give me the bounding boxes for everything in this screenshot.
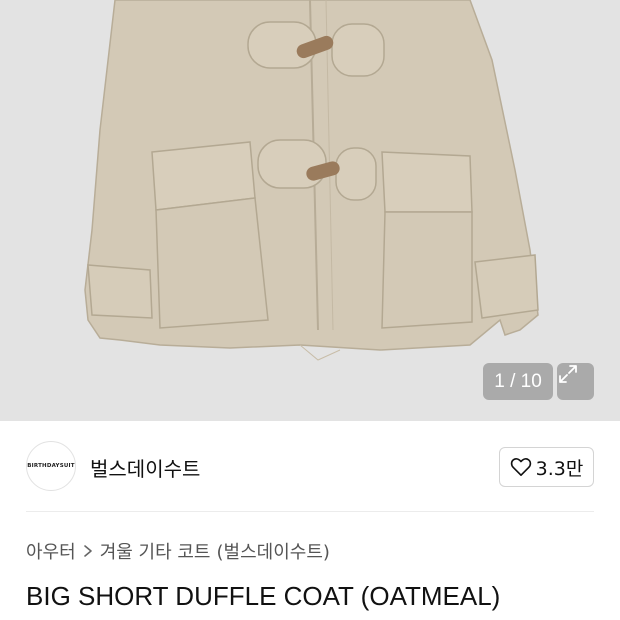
breadcrumb: 아우터 겨울 기타 코트 (벌스데이수트) xyxy=(26,538,330,564)
breadcrumb-brand[interactable]: (벌스데이수트) xyxy=(217,538,330,564)
seller-name[interactable]: 벌스데이수트 xyxy=(90,453,200,482)
seller-row: BIRTHDAYSUIT 벌스데이수트 3.3만 xyxy=(0,421,620,511)
expand-button[interactable] xyxy=(557,363,594,400)
seller-avatar[interactable]: BIRTHDAYSUIT xyxy=(26,441,76,491)
product-page: 1 / 10 BIRTHDAYSUIT 벌스데이수트 3.3만 아우터 겨울 기… xyxy=(0,0,620,620)
image-counter-text: 1 / 10 xyxy=(494,370,542,392)
like-count: 3.3만 xyxy=(535,457,584,480)
heart-icon xyxy=(510,458,531,476)
chevron-right-icon xyxy=(83,545,92,557)
expand-icon xyxy=(559,365,577,383)
product-image-carousel[interactable]: 1 / 10 xyxy=(0,0,620,421)
image-counter: 1 / 10 xyxy=(483,363,553,400)
like-button[interactable]: 3.3만 xyxy=(499,447,594,487)
divider xyxy=(26,511,594,512)
breadcrumb-subcategory[interactable]: 겨울 기타 코트 xyxy=(100,538,211,564)
product-title: BIG SHORT DUFFLE COAT (OATMEAL) xyxy=(26,581,501,611)
product-image xyxy=(84,0,539,361)
breadcrumb-category[interactable]: 아우터 xyxy=(26,538,76,564)
seller-avatar-text: BIRTHDAYSUIT xyxy=(27,463,75,469)
